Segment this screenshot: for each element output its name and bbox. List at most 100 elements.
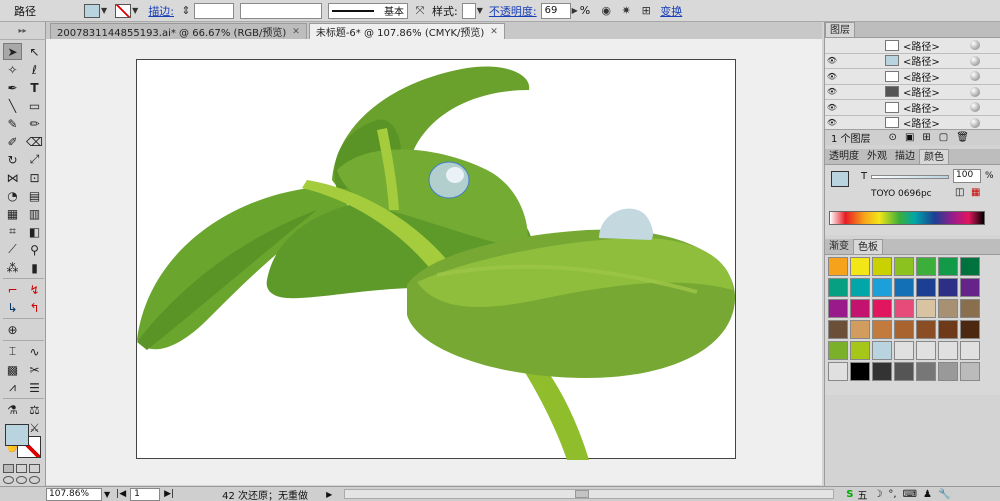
draw-inside-icon[interactable] bbox=[29, 464, 40, 473]
stroke-weight-field[interactable]: ⇕ bbox=[178, 2, 235, 20]
eraser-tool-icon[interactable]: ⌫ bbox=[25, 133, 44, 150]
fill-color-dropdown[interactable]: ▼ bbox=[84, 2, 107, 20]
live-paint-tool-icon[interactable]: ▤ bbox=[25, 187, 44, 204]
measure-tool-icon[interactable]: ⚖ bbox=[25, 401, 44, 418]
opacity-label[interactable]: 不透明度: bbox=[489, 3, 537, 19]
recolor-button[interactable]: ◉ bbox=[598, 2, 614, 20]
stroke-color-dropdown[interactable]: ▼ bbox=[115, 2, 138, 20]
swatch[interactable] bbox=[938, 320, 958, 339]
symbol-sprayer-tool-icon[interactable]: ⁂ bbox=[3, 259, 22, 276]
layer-row[interactable]: <路径> bbox=[825, 38, 1000, 54]
target-icon[interactable] bbox=[970, 117, 980, 128]
zoom-dropdown[interactable]: 107.86% bbox=[46, 487, 102, 501]
artboard[interactable] bbox=[136, 59, 736, 460]
warp-tool-icon[interactable]: ∿ bbox=[25, 343, 44, 360]
swatch[interactable] bbox=[916, 362, 936, 381]
swatch[interactable] bbox=[916, 257, 936, 276]
ime-icon[interactable]: S bbox=[846, 489, 853, 500]
swatch[interactable] bbox=[894, 299, 914, 318]
swatch[interactable] bbox=[850, 257, 870, 276]
chevron-down-icon[interactable]: ▼ bbox=[104, 490, 110, 499]
target-icon[interactable] bbox=[970, 102, 980, 113]
swatch[interactable] bbox=[938, 278, 958, 297]
ime-mode[interactable]: 五 bbox=[857, 487, 867, 501]
paintbrush-tool-icon[interactable]: ✎ bbox=[3, 115, 22, 132]
horizontal-scrollbar[interactable] bbox=[344, 489, 835, 499]
target-icon[interactable] bbox=[970, 71, 980, 82]
brush-profile-field[interactable]: 基本 bbox=[328, 2, 409, 19]
swatch[interactable] bbox=[894, 362, 914, 381]
locate-object-icon[interactable]: ⊙ bbox=[889, 132, 897, 143]
rotate-tool-icon[interactable]: ↻ bbox=[3, 151, 22, 168]
type-tool-icon[interactable]: T bbox=[25, 79, 44, 96]
stroke-weight-input[interactable] bbox=[194, 2, 235, 19]
swatch[interactable] bbox=[960, 362, 980, 381]
layer-row[interactable]: 👁 <路径> bbox=[825, 84, 1000, 100]
tab-transparency[interactable]: 透明度 bbox=[825, 149, 863, 164]
zigzag-tool-icon[interactable]: ⩘ bbox=[3, 379, 22, 396]
swatch[interactable] bbox=[828, 257, 848, 276]
brush-profile-dropdown[interactable]: 基本 bbox=[328, 2, 409, 20]
stroke-label[interactable]: 描边: bbox=[148, 3, 174, 19]
swatch[interactable] bbox=[850, 278, 870, 297]
swatch[interactable] bbox=[850, 362, 870, 381]
anchor-convert-tool-icon[interactable]: ⌐ bbox=[3, 281, 22, 298]
swatch[interactable] bbox=[828, 299, 848, 318]
eye-icon[interactable]: 👁 bbox=[825, 103, 839, 112]
direct-selection-tool-icon[interactable]: ↖ bbox=[25, 43, 44, 60]
swatch[interactable] bbox=[828, 362, 848, 381]
trash-icon[interactable]: 🗑 bbox=[956, 132, 969, 143]
screen-mode-icon[interactable] bbox=[3, 476, 14, 484]
gradient-swatch-tool-icon[interactable]: ◧ bbox=[25, 223, 44, 240]
opacity-link[interactable]: 不透明度: bbox=[489, 2, 537, 20]
width-tool-icon[interactable]: ⋈ bbox=[3, 169, 22, 186]
tab-document-1[interactable]: 2007831144855193.ai* @ 66.67% (RGB/预览) ✕ bbox=[50, 23, 307, 39]
gradient-tool-icon[interactable]: ▥ bbox=[25, 205, 44, 222]
free-transform-tool-icon[interactable]: ⊡ bbox=[25, 169, 44, 186]
make-clip-mask-icon[interactable]: ▣ bbox=[905, 132, 914, 143]
swatch[interactable] bbox=[850, 320, 870, 339]
swatch[interactable] bbox=[872, 299, 892, 318]
close-icon[interactable]: ✕ bbox=[490, 27, 498, 37]
style-dropdown[interactable]: ▼ bbox=[461, 2, 483, 20]
page-dropdown[interactable]: 1 bbox=[130, 487, 161, 501]
line-tool-icon[interactable]: ╲ bbox=[3, 97, 22, 114]
rectangle-tool-icon[interactable]: ▭ bbox=[25, 97, 44, 114]
reflect-button[interactable]: ⤧ bbox=[412, 2, 428, 20]
pen-tool-icon[interactable]: ✒ bbox=[3, 79, 22, 96]
moon-icon[interactable]: ☽ bbox=[873, 489, 882, 500]
list-tool-icon[interactable]: ☰ bbox=[25, 379, 44, 396]
target-icon[interactable] bbox=[970, 86, 980, 97]
selection-tool-icon[interactable]: ➤ bbox=[3, 43, 22, 60]
lasso-tool-icon[interactable]: ℓ bbox=[25, 61, 44, 78]
variable-width-field[interactable] bbox=[240, 2, 323, 19]
color-mode-icon[interactable]: ▦ bbox=[971, 187, 980, 198]
swatch[interactable] bbox=[916, 320, 936, 339]
screen-mode-icon[interactable] bbox=[16, 476, 27, 484]
tint-slider[interactable] bbox=[871, 175, 949, 179]
swatch[interactable] bbox=[938, 362, 958, 381]
layer-row[interactable]: 👁 <路径> bbox=[825, 53, 1000, 69]
layer-row[interactable]: 👁 <路径> bbox=[825, 115, 1000, 129]
tab-stroke[interactable]: 描边 bbox=[891, 149, 919, 164]
panel-grip[interactable]: ▸▸ bbox=[0, 22, 45, 40]
blob-brush-tool-icon[interactable]: ✐ bbox=[3, 133, 22, 150]
align-button[interactable]: ⊞ bbox=[638, 2, 654, 20]
swatch[interactable] bbox=[872, 320, 892, 339]
variable-width-dropdown[interactable] bbox=[240, 2, 323, 20]
swatch[interactable] bbox=[894, 341, 914, 360]
swatch[interactable] bbox=[894, 278, 914, 297]
layer-row[interactable]: 👁 <路径> bbox=[825, 100, 1000, 116]
target-icon[interactable] bbox=[970, 55, 980, 66]
tab-color[interactable]: 颜色 bbox=[919, 149, 949, 164]
mesh-tool-icon[interactable]: ⌗ bbox=[3, 223, 22, 240]
eye-icon[interactable]: 👁 bbox=[825, 118, 839, 127]
tab-swatches[interactable]: 色板 bbox=[853, 239, 883, 254]
fill-color-box[interactable] bbox=[5, 424, 29, 446]
envelope-tool-icon[interactable]: ⌶ bbox=[3, 343, 22, 360]
ink-dropper-tool-icon[interactable]: ⚗ bbox=[3, 401, 22, 418]
opacity-input[interactable]: 69 bbox=[540, 2, 571, 19]
scroll-thumb[interactable] bbox=[575, 490, 590, 498]
out-of-gamut-icon[interactable]: ◫ bbox=[955, 187, 964, 198]
style-field[interactable] bbox=[461, 2, 476, 19]
